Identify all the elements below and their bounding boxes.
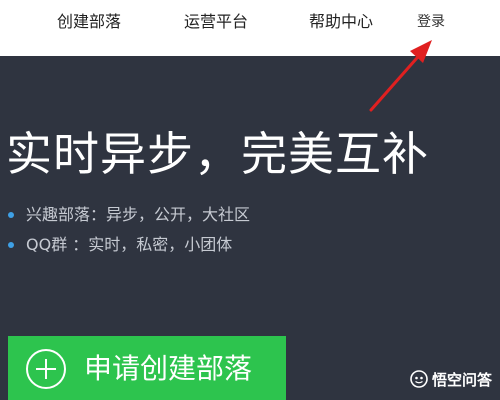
login-link[interactable]: 登录 xyxy=(417,11,445,31)
nav-create-tribe[interactable]: 创建部落 xyxy=(57,8,121,32)
top-navigation: 创建部落 运营平台 帮助中心 登录 xyxy=(0,0,500,56)
watermark: 悟空问答 xyxy=(410,368,492,390)
bullet-dot-icon xyxy=(8,212,14,218)
wukong-logo-icon xyxy=(410,370,428,388)
plus-circle-icon xyxy=(26,349,66,389)
feature-item-text: QQ群 ：实时，私密，小团体 xyxy=(26,235,233,254)
bullet-dot-icon xyxy=(8,242,14,248)
hero-headline: 实时异步，完美互补 xyxy=(6,127,429,181)
feature-item-qq-group: QQ群 ：实时，私密，小团体 xyxy=(8,234,250,264)
feature-item-text: 兴趣部落：异步，公开，大社区 xyxy=(26,205,251,224)
watermark-text: 悟空问答 xyxy=(431,370,492,389)
nav-help-center[interactable]: 帮助中心 xyxy=(309,8,373,32)
hero-banner: 实时异步，完美互补 兴趣部落：异步，公开，大社区 QQ群 ：实时，私密，小团体 … xyxy=(0,56,500,400)
nav-ops-platform[interactable]: 运营平台 xyxy=(184,8,248,32)
apply-button-label: 申请创建部落 xyxy=(84,352,253,385)
apply-create-tribe-button[interactable]: 申请创建部落 xyxy=(8,336,286,400)
feature-list: 兴趣部落：异步，公开，大社区 QQ群 ：实时，私密，小团体 xyxy=(8,204,250,264)
feature-item-tribe: 兴趣部落：异步，公开，大社区 xyxy=(8,204,250,234)
